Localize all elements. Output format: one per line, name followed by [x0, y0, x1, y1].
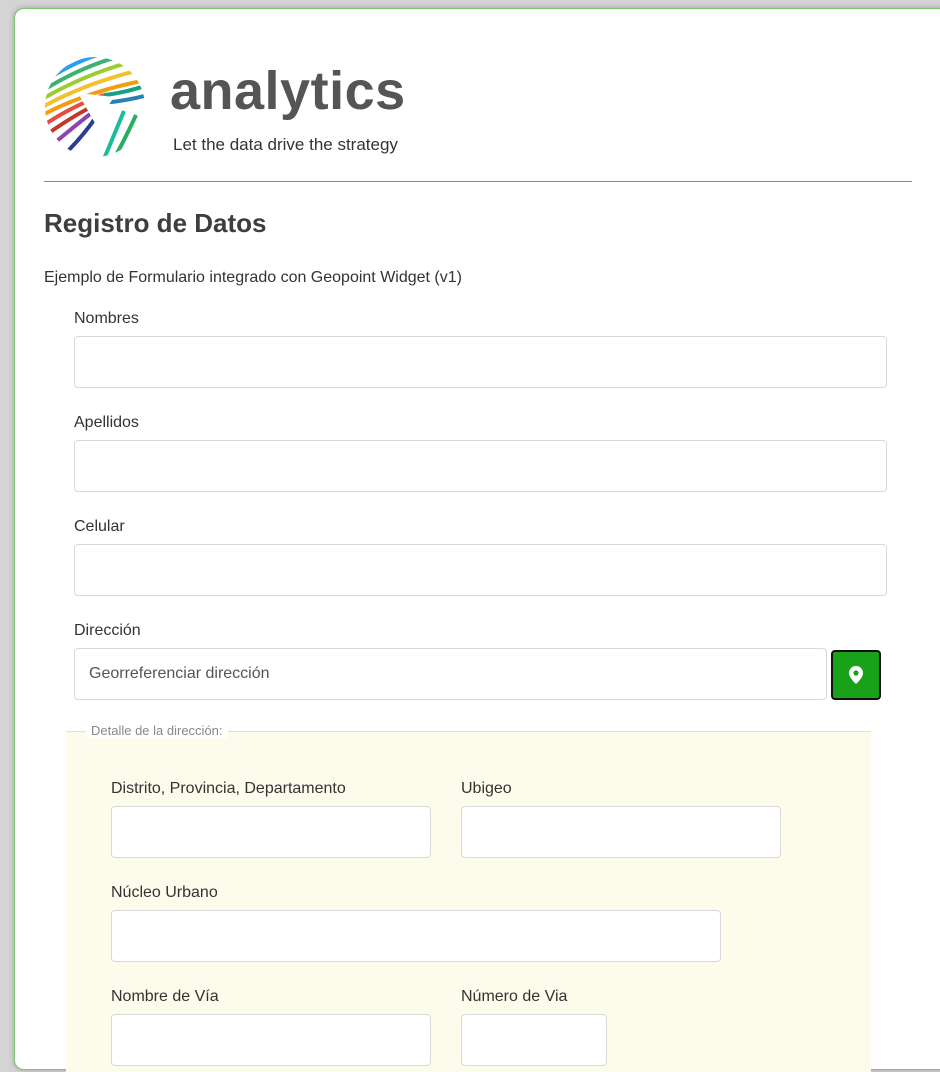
- celular-input[interactable]: [74, 544, 887, 596]
- nombre-via-label: Nombre de Vía: [111, 988, 219, 1005]
- header-divider: [44, 181, 912, 182]
- direccion-label: Dirección: [74, 622, 141, 639]
- analytics-logo-icon: [45, 57, 145, 157]
- map-pin-icon: [849, 666, 863, 684]
- celular-label: Celular: [74, 518, 125, 535]
- form-description: Ejemplo de Formulario integrado con Geop…: [44, 269, 462, 286]
- distrito-input[interactable]: [111, 806, 431, 858]
- ubigeo-label: Ubigeo: [461, 780, 512, 797]
- distrito-label: Distrito, Provincia, Departamento: [111, 780, 346, 797]
- nombres-input[interactable]: [74, 336, 887, 388]
- brand-name: analytics: [170, 61, 406, 121]
- numero-via-input[interactable]: [461, 1014, 607, 1066]
- numero-via-label: Número de Via: [461, 988, 568, 1005]
- nombres-label: Nombres: [74, 310, 139, 327]
- nucleo-urbano-label: Núcleo Urbano: [111, 884, 218, 901]
- apellidos-label: Apellidos: [74, 414, 139, 431]
- brand-tagline: Let the data drive the strategy: [173, 135, 398, 154]
- nucleo-urbano-input[interactable]: [111, 910, 721, 962]
- georeference-button[interactable]: [831, 650, 881, 700]
- page-title: Registro de Datos: [44, 208, 267, 238]
- address-detail-legend: Detalle de la dirección:: [86, 723, 228, 738]
- apellidos-input[interactable]: [74, 440, 887, 492]
- nombre-via-input[interactable]: [111, 1014, 431, 1066]
- ubigeo-input[interactable]: [461, 806, 781, 858]
- direccion-input[interactable]: [74, 648, 827, 700]
